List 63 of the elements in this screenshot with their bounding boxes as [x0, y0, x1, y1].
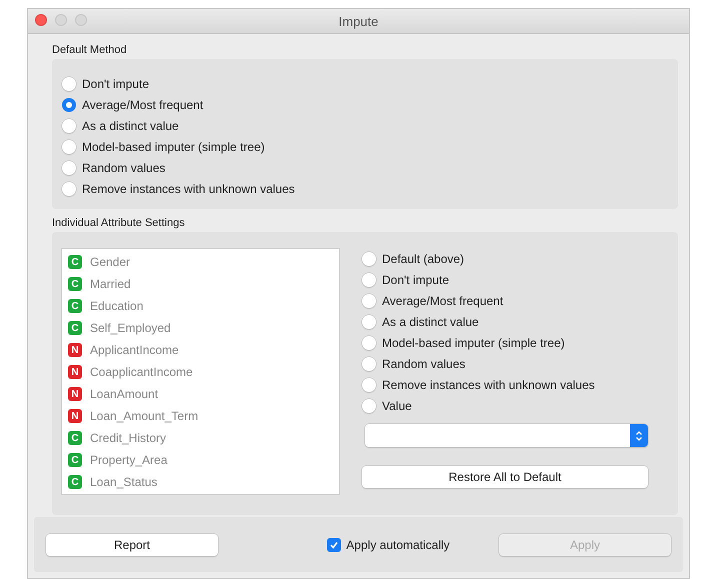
radio-option[interactable]: Value	[362, 395, 412, 416]
attribute-item[interactable]: N CoapplicantIncome	[68, 361, 333, 383]
close-button[interactable]	[35, 14, 47, 26]
radio-option[interactable]: Model-based imputer (simple tree)	[62, 136, 265, 157]
radio-button[interactable]	[362, 356, 376, 370]
checkmark-icon	[329, 540, 340, 550]
radio-button[interactable]	[62, 118, 76, 132]
radio-option[interactable]: Average/Most frequent	[362, 290, 504, 311]
radio-option[interactable]: Average/Most frequent	[62, 94, 204, 115]
auto-apply-checkbox[interactable]: Apply automatically	[327, 538, 450, 552]
zoom-button[interactable]	[75, 14, 87, 26]
restore-button[interactable]: Restore All to Default	[362, 466, 648, 488]
type-badge: C	[68, 431, 82, 445]
type-badge: N	[68, 409, 82, 423]
report-button[interactable]: Report	[46, 534, 218, 556]
radio-option[interactable]: Random values	[362, 353, 466, 374]
radio-button[interactable]	[62, 98, 76, 112]
attribute-item[interactable]: N ApplicantIncome	[68, 339, 333, 361]
radio-option[interactable]: Random values	[62, 157, 166, 178]
radio-option[interactable]: Remove instances with unknown values	[62, 178, 295, 199]
type-badge: N	[68, 343, 82, 357]
radio-button[interactable]	[362, 314, 376, 328]
checkbox[interactable]	[327, 538, 342, 552]
radio-button[interactable]	[62, 76, 76, 90]
radio-option[interactable]: Don't impute	[62, 73, 149, 94]
dropdown-arrows-icon	[630, 424, 648, 447]
attribute-item[interactable]: N LoanAmount	[68, 383, 333, 405]
type-badge: N	[68, 387, 82, 401]
radio-button[interactable]	[362, 336, 376, 350]
type-badge: C	[68, 255, 82, 269]
radio-button[interactable]	[362, 252, 376, 266]
radio-button[interactable]	[62, 160, 76, 174]
radio-button[interactable]	[62, 140, 76, 154]
attribute-item[interactable]: C Self_Employed	[68, 317, 333, 339]
radio-button[interactable]	[362, 272, 376, 286]
attribute-item[interactable]: C Married	[68, 273, 333, 295]
type-badge: N	[68, 365, 82, 379]
radio-option[interactable]: Don't impute	[362, 269, 449, 290]
window-title: Impute	[338, 14, 378, 28]
attribute-item[interactable]: C Credit_History	[68, 427, 333, 449]
radio-option[interactable]: Default (above)	[362, 248, 464, 269]
radio-option[interactable]: Remove instances with unknown values	[362, 374, 595, 395]
type-badge: C	[68, 321, 82, 335]
group-title: Individual Attribute Settings	[52, 217, 185, 229]
attribute-item[interactable]: C Property_Area	[68, 449, 333, 471]
type-badge: C	[68, 453, 82, 467]
attribute-item[interactable]: N Loan_Amount_Term	[68, 405, 333, 427]
type-badge: C	[68, 475, 82, 489]
radio-button[interactable]	[362, 398, 376, 412]
attribute-item[interactable]: C Education	[68, 295, 333, 317]
radio-button[interactable]	[362, 294, 376, 308]
radio-option[interactable]: As a distinct value	[362, 311, 479, 332]
attribute-item[interactable]: C Loan_Status	[68, 471, 333, 493]
radio-option[interactable]: As a distinct value	[62, 115, 179, 136]
radio-button[interactable]	[362, 378, 376, 392]
attribute-item[interactable]: C Gender	[68, 251, 333, 273]
radio-option[interactable]: Model-based imputer (simple tree)	[362, 332, 565, 353]
value-dropdown[interactable]	[365, 424, 648, 447]
type-badge: C	[68, 277, 82, 291]
minimize-button[interactable]	[55, 14, 67, 26]
type-badge: C	[68, 299, 82, 313]
group-title: Default Method	[52, 44, 127, 56]
radio-button[interactable]	[62, 182, 76, 196]
